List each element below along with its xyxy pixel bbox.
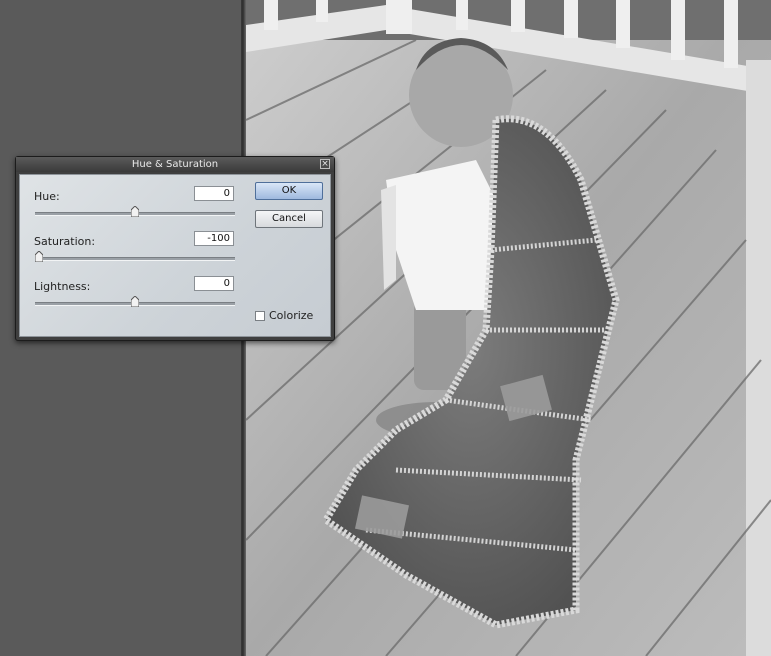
cancel-button[interactable]: Cancel <box>255 210 323 228</box>
lightness-slider-thumb[interactable] <box>131 296 139 307</box>
hue-label: Hue: <box>34 190 60 203</box>
dialog-body: Hue: 0 Saturation: -100 Lightness: 0 OK … <box>19 174 331 337</box>
saturation-input[interactable]: -100 <box>194 231 234 246</box>
dialog-title[interactable]: Hue & Saturation <box>16 157 334 172</box>
ok-button[interactable]: OK <box>255 182 323 200</box>
colorize-label[interactable]: Colorize <box>269 309 313 322</box>
colorize-checkbox[interactable] <box>255 311 265 321</box>
saturation-slider-track[interactable] <box>35 257 235 261</box>
hue-slider-thumb[interactable] <box>131 206 139 217</box>
saturation-label: Saturation: <box>34 235 96 248</box>
hue-input[interactable]: 0 <box>194 186 234 201</box>
hue-saturation-dialog: Hue & Saturation × Hue: 0 Saturation: -1… <box>15 156 335 341</box>
lightness-label: Lightness: <box>34 280 91 293</box>
saturation-slider-thumb[interactable] <box>35 251 43 262</box>
close-icon[interactable]: × <box>320 159 330 169</box>
lightness-input[interactable]: 0 <box>194 276 234 291</box>
